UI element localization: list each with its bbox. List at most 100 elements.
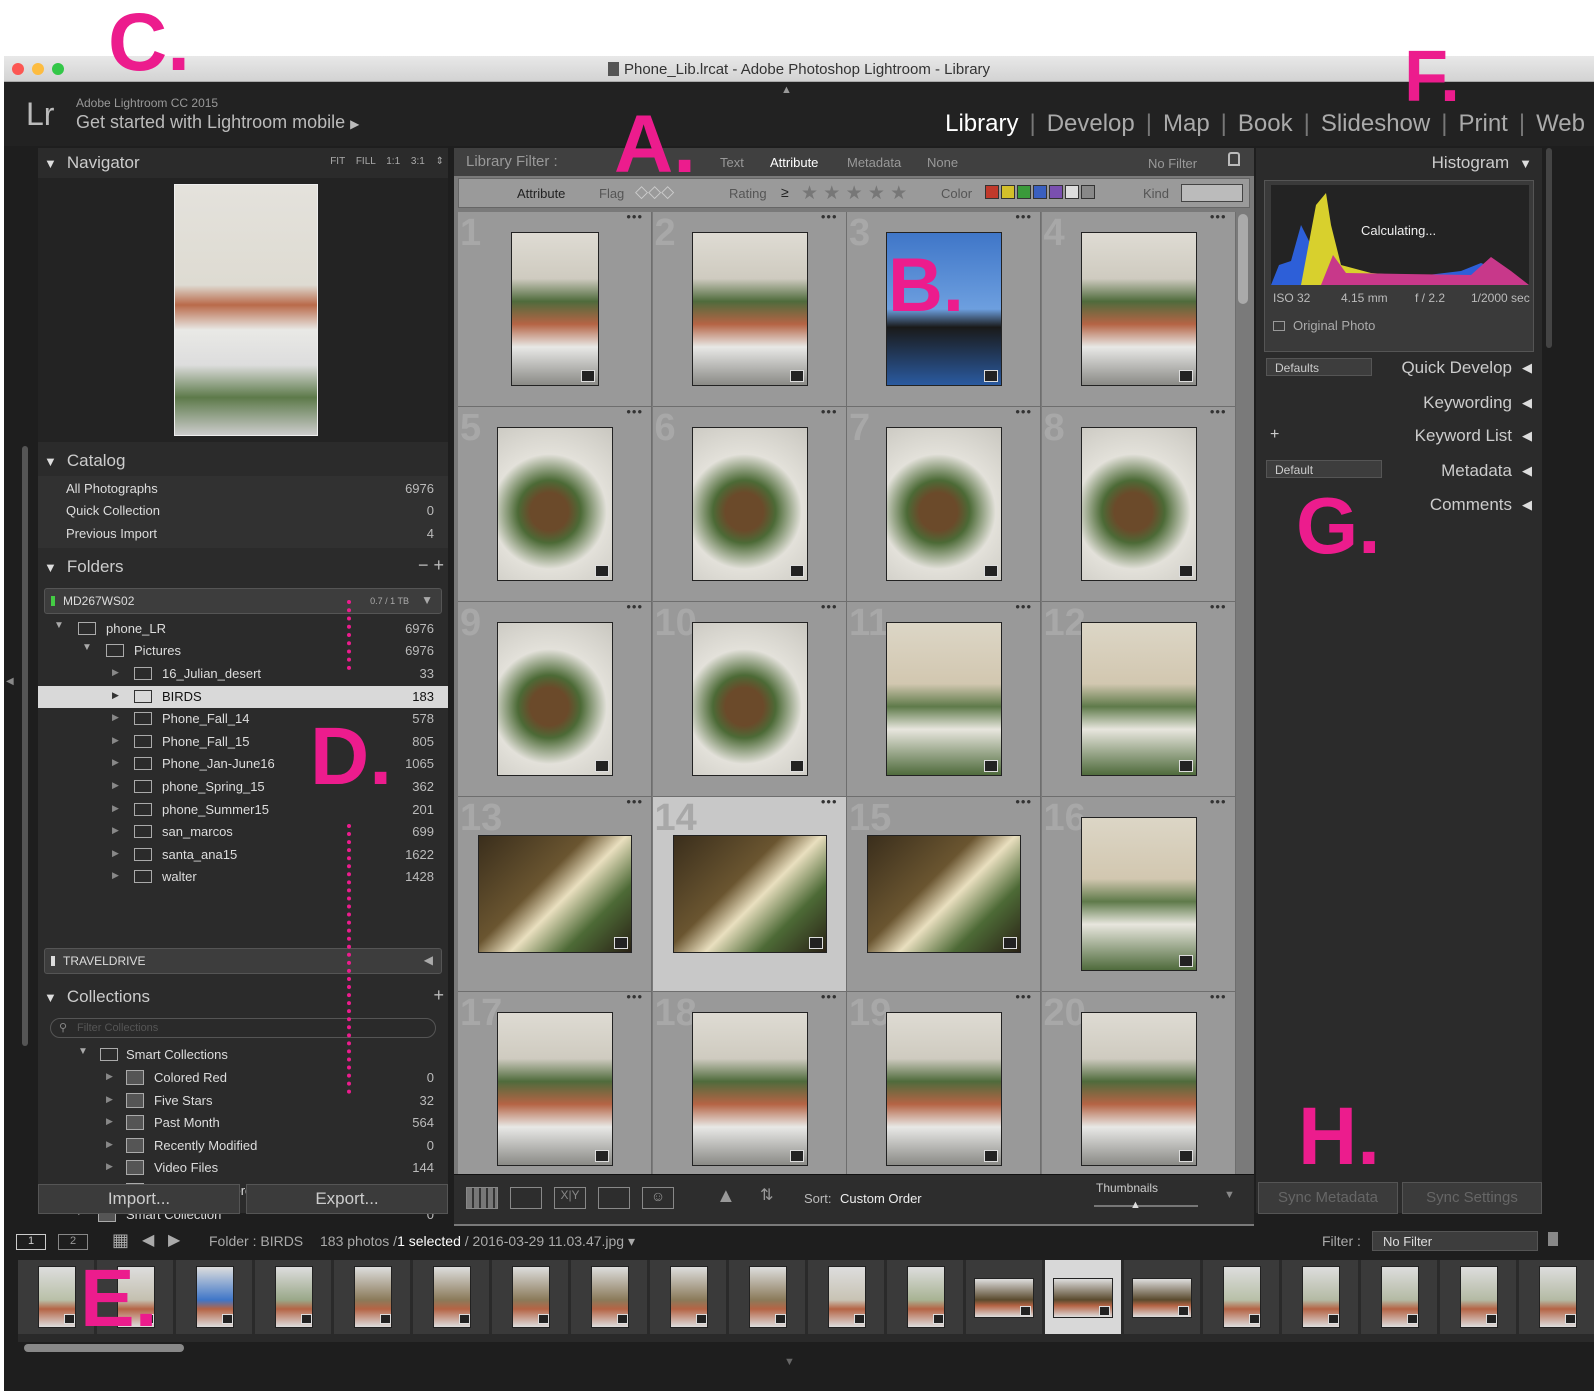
navigator-header[interactable]: ▼ Navigator FIT FILL 1:1 3:1 ⇕ (44, 148, 448, 178)
comment-badge-icon[interactable] (595, 565, 609, 577)
grid-cell[interactable]: 18 ••• (652, 989, 847, 1187)
expand-triangle-icon[interactable]: ▶ (112, 870, 119, 881)
more-options-icon[interactable]: ••• (821, 989, 838, 1004)
comment-badge-icon[interactable] (789, 565, 804, 577)
filmstrip-thumbnail[interactable] (176, 1260, 252, 1334)
color-swatch[interactable] (1065, 185, 1079, 199)
photo-thumbnail[interactable] (867, 835, 1021, 953)
expand-triangle-icon[interactable]: ▶ (112, 712, 119, 723)
color-swatch[interactable] (1001, 185, 1015, 199)
filmstrip-thumbnail[interactable] (1282, 1260, 1358, 1334)
navigator-preview[interactable] (38, 178, 448, 442)
more-options-icon[interactable]: ••• (821, 212, 838, 224)
photo-thumbnail[interactable] (691, 232, 808, 386)
original-photo-checkbox[interactable] (1273, 321, 1285, 331)
photo-thumbnail[interactable] (478, 835, 632, 953)
more-options-icon[interactable]: ••• (1015, 404, 1032, 419)
comment-badge-icon[interactable] (380, 1314, 391, 1324)
comment-badge-icon[interactable] (984, 1150, 998, 1162)
rating-stars[interactable]: ★ ★ ★ ★ ★ (801, 182, 907, 205)
volume-traveldrive[interactable]: TRAVELDRIVE ◀ (44, 948, 442, 974)
filmstrip-thumbnail[interactable] (1124, 1260, 1200, 1334)
comment-badge-icon[interactable] (696, 1314, 707, 1324)
primary-display-button[interactable]: 1 (16, 1234, 46, 1250)
collapse-triangle-icon[interactable]: ▼ (44, 454, 57, 469)
expand-triangle-icon[interactable]: ▶ (112, 667, 119, 678)
grid-cell[interactable]: 20 ••• (1041, 989, 1236, 1187)
grid-cell[interactable]: 8 ••• (1041, 404, 1236, 602)
expand-triangle-icon[interactable]: ▶ (112, 803, 119, 814)
catalog-quick-collection[interactable]: Quick Collection 0 (38, 500, 448, 522)
filmstrip-thumbnail[interactable] (1440, 1260, 1516, 1334)
comment-badge-icon[interactable] (984, 565, 998, 577)
module-library[interactable]: Library (936, 110, 1027, 138)
smart-collection-item[interactable]: ▶ Video Files 144 (38, 1157, 448, 1179)
metadata-header[interactable]: Metadata ◀ (1441, 456, 1532, 486)
color-label-swatches[interactable] (985, 185, 1097, 204)
comment-badge-icon[interactable] (614, 937, 628, 949)
color-swatch[interactable] (985, 185, 999, 199)
volume-md267ws02[interactable]: MD267WS02 0.7 / 1 TB ▼ (44, 588, 442, 614)
module-develop[interactable]: Develop (1038, 110, 1144, 138)
folder-phone-lr[interactable]: ▼ phone_LR 6976 (38, 618, 448, 640)
photo-thumbnail[interactable] (1080, 427, 1197, 581)
grid-cell[interactable]: 14 ••• (652, 794, 847, 992)
more-options-icon[interactable]: ••• (1210, 794, 1227, 809)
photo-thumbnail[interactable] (886, 427, 1002, 581)
comment-badge-icon[interactable] (1178, 1150, 1193, 1162)
comment-badge-icon[interactable] (984, 760, 998, 772)
color-swatch[interactable] (1081, 185, 1095, 199)
left-panel-toggle-icon[interactable]: ◀ (6, 676, 14, 687)
toolbar-menu-icon[interactable]: ▼ (1224, 1189, 1235, 1201)
expand-triangle-icon[interactable]: ▶ (112, 780, 119, 791)
secondary-display-button[interactable]: 2 (58, 1234, 88, 1250)
right-panel-scrollbar[interactable] (1546, 148, 1552, 348)
keywording-header[interactable]: Keywording ◀ (1423, 388, 1532, 418)
catalog-all-photographs[interactable]: All Photographs 6976 (38, 478, 448, 500)
filmstrip-thumbnail[interactable] (571, 1260, 647, 1334)
grid-view-icon[interactable] (466, 1187, 498, 1209)
photo-thumbnail[interactable] (691, 1012, 808, 1166)
smart-collection-item[interactable]: ▶ Colored Red 0 (38, 1067, 448, 1089)
volume-collapse-icon[interactable]: ▼ (421, 593, 433, 607)
more-options-icon[interactable]: ••• (1015, 212, 1032, 224)
grid-cell[interactable]: 17 ••• (458, 989, 652, 1187)
expand-triangle-icon[interactable]: ▶ (112, 735, 119, 746)
comment-badge-icon[interactable] (1178, 370, 1193, 382)
filter-tab-text[interactable]: Text (720, 155, 744, 170)
loupe-view-icon[interactable] (510, 1187, 542, 1209)
filmstrip-thumbnail[interactable] (413, 1260, 489, 1334)
filmstrip-thumbnail[interactable] (255, 1260, 331, 1334)
photo-thumbnail[interactable] (672, 835, 827, 953)
comment-badge-icon[interactable] (789, 1150, 804, 1162)
collapse-triangle-icon[interactable]: ▼ (44, 156, 57, 171)
keyword-list-header[interactable]: Keyword List ◀ (1415, 421, 1532, 451)
filmstrip-thumbnail[interactable] (887, 1260, 963, 1334)
grid-cell[interactable]: 1 ••• (458, 212, 652, 407)
forward-arrow-icon[interactable]: ▶ (168, 1230, 180, 1250)
filmstrip-source[interactable]: Folder : BIRDS (209, 1233, 303, 1249)
module-map[interactable]: Map (1154, 110, 1219, 138)
folders-header[interactable]: ▼ Folders − + (44, 552, 448, 582)
painter-icon[interactable]: ▲ (716, 1185, 736, 1208)
photo-thumbnail[interactable] (1080, 622, 1197, 776)
filter-preset-select[interactable]: No Filter (1148, 156, 1197, 171)
comment-badge-icon[interactable] (1178, 565, 1193, 577)
collapse-triangle-icon[interactable]: ▼ (44, 560, 57, 575)
histogram-header[interactable]: Histogram ▼ (1432, 148, 1532, 178)
lightroom-mobile-link[interactable]: Get started with Lightroom mobile ▶ (76, 112, 359, 133)
comment-badge-icon[interactable] (789, 370, 804, 382)
comment-badge-icon[interactable] (1099, 1306, 1110, 1316)
comment-badge-icon[interactable] (1178, 760, 1193, 772)
comment-badge-icon[interactable] (1407, 1314, 1418, 1324)
collapse-triangle-icon[interactable]: ▼ (44, 990, 57, 1005)
photo-thumbnail[interactable] (497, 622, 613, 776)
more-options-icon[interactable]: ••• (1210, 404, 1227, 419)
folder-item[interactable]: ▶ santa_ana15 1622 (38, 844, 448, 866)
filmstrip-thumbnail[interactable] (1203, 1260, 1279, 1334)
people-view-icon[interactable]: ☺ (642, 1187, 674, 1209)
photo-thumbnail[interactable] (1080, 817, 1197, 971)
filter-lock-icon[interactable] (1548, 1232, 1558, 1246)
collapse-bottom-arrow-icon[interactable]: ▼ (784, 1356, 795, 1368)
folder-item[interactable]: ▶ san_marcos 699 (38, 821, 448, 843)
